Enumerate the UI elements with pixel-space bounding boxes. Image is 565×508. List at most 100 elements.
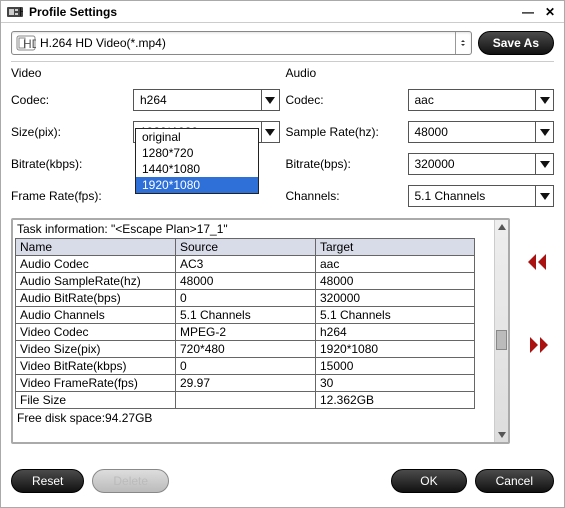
chevron-down-icon [535, 122, 553, 142]
task-info-label: Task information: "<Escape Plan>17_1" [15, 222, 492, 236]
table-row: Audio SampleRate(hz)4800048000 [16, 273, 475, 290]
size-option[interactable]: 1440*1080 [136, 161, 258, 177]
task-table: Name Source Target Audio CodecAC3aac Aud… [15, 238, 475, 409]
prev-arrow-icon[interactable] [526, 252, 550, 275]
audio-heading: Audio [286, 64, 555, 84]
task-info-inner: Task information: "<Escape Plan>17_1" Na… [13, 220, 494, 442]
table-row: Video Size(pix)720*4801920*1080 [16, 341, 475, 358]
video-codec-label: Codec: [11, 93, 133, 107]
profile-row: HD H.264 HD Video(*.mp4) Save As [1, 23, 564, 59]
audio-codec-label: Codec: [286, 93, 408, 107]
reset-button[interactable]: Reset [11, 469, 84, 493]
ok-button[interactable]: OK [391, 469, 466, 493]
chevron-down-icon [535, 186, 553, 206]
audio-bitrate-value: 320000 [409, 157, 536, 171]
audio-bitrate-field: Bitrate(bps): 320000 [286, 148, 555, 180]
audio-codec-value: aac [409, 93, 536, 107]
minimize-button[interactable]: — [520, 4, 536, 20]
table-row: Video FrameRate(fps)29.9730 [16, 375, 475, 392]
video-fps-label: Frame Rate(fps): [11, 189, 133, 203]
button-bar: Reset Delete OK Cancel [1, 447, 564, 507]
audio-codec-select[interactable]: aac [408, 89, 555, 111]
cell: Audio Codec [16, 256, 176, 273]
col-name: Name [16, 239, 176, 256]
table-header-row: Name Source Target [16, 239, 475, 256]
scrollbar[interactable] [494, 220, 508, 442]
audio-ch-select[interactable]: 5.1 Channels [408, 185, 555, 207]
chevron-down-icon [261, 90, 279, 110]
chevron-down-icon [261, 122, 279, 142]
svg-text:HD: HD [19, 5, 23, 19]
audio-ch-label: Channels: [286, 189, 408, 203]
cell: 29.97 [176, 375, 316, 392]
audio-sr-label: Sample Rate(hz): [286, 125, 408, 139]
cell: 5.1 Channels [316, 307, 475, 324]
cell: Video Size(pix) [16, 341, 176, 358]
col-source: Source [176, 239, 316, 256]
navigation-arrows [524, 252, 552, 358]
titlebar: HD Profile Settings — ✕ [1, 1, 564, 23]
cell: MPEG-2 [176, 324, 316, 341]
table-row: File Size 12.362GB [16, 392, 475, 409]
video-size-label: Size(pix): [11, 125, 133, 139]
free-disk-label: Free disk space:94.27GB [15, 411, 492, 425]
cell: 0 [176, 290, 316, 307]
chevron-down-icon [535, 90, 553, 110]
save-as-button[interactable]: Save As [478, 31, 554, 55]
cell: Audio SampleRate(hz) [16, 273, 176, 290]
cell: 12.362GB [316, 392, 475, 409]
next-arrow-icon[interactable] [526, 335, 550, 358]
cell: 320000 [316, 290, 475, 307]
cell: aac [316, 256, 475, 273]
size-dropdown[interactable]: original 1280*720 1440*1080 1920*1080 [135, 128, 259, 194]
video-codec-select[interactable]: h264 [133, 89, 280, 111]
audio-bitrate-select[interactable]: 320000 [408, 153, 555, 175]
audio-ch-field: Channels: 5.1 Channels [286, 180, 555, 212]
cell: Audio Channels [16, 307, 176, 324]
cell: Audio BitRate(bps) [16, 290, 176, 307]
table-row: Audio BitRate(bps)0320000 [16, 290, 475, 307]
delete-button: Delete [92, 469, 169, 493]
size-option-selected[interactable]: 1920*1080 [136, 177, 258, 193]
cell: 5.1 Channels [176, 307, 316, 324]
profile-select[interactable]: HD H.264 HD Video(*.mp4) [11, 31, 472, 55]
video-codec-field: Codec: h264 [11, 84, 280, 116]
audio-ch-value: 5.1 Channels [409, 189, 536, 203]
settings-grid: Video Codec: h264 Size(pix): 1920*1080 B… [1, 62, 564, 212]
table-row: Audio CodecAC3aac [16, 256, 475, 273]
cell: Video FrameRate(fps) [16, 375, 176, 392]
cell: File Size [16, 392, 176, 409]
hd-icon: HD [16, 35, 36, 51]
cell: 30 [316, 375, 475, 392]
table-row: Video BitRate(kbps)015000 [16, 358, 475, 375]
audio-sr-field: Sample Rate(hz): 48000 [286, 116, 555, 148]
task-info-panel: Task information: "<Escape Plan>17_1" Na… [11, 218, 510, 444]
chevron-updown-icon [455, 32, 471, 54]
dialog-title: Profile Settings [29, 5, 514, 19]
size-option[interactable]: 1280*720 [136, 145, 258, 161]
dialog: HD Profile Settings — ✕ HD H.264 HD Vide… [0, 0, 565, 508]
cell: AC3 [176, 256, 316, 273]
cell: 48000 [176, 273, 316, 290]
cancel-button[interactable]: Cancel [475, 469, 554, 493]
cell: Video Codec [16, 324, 176, 341]
video-codec-value: h264 [134, 93, 261, 107]
video-bitrate-label: Bitrate(kbps): [11, 157, 133, 171]
video-heading: Video [11, 64, 280, 84]
cell: 48000 [316, 273, 475, 290]
audio-bitrate-label: Bitrate(bps): [286, 157, 408, 171]
scroll-up-icon[interactable] [495, 220, 508, 234]
scroll-thumb[interactable] [496, 330, 507, 350]
cell: 1920*1080 [316, 341, 475, 358]
scroll-down-icon[interactable] [495, 428, 508, 442]
size-option[interactable]: original [136, 129, 258, 145]
close-button[interactable]: ✕ [542, 4, 558, 20]
cell: 15000 [316, 358, 475, 375]
table-row: Audio Channels5.1 Channels5.1 Channels [16, 307, 475, 324]
audio-sr-select[interactable]: 48000 [408, 121, 555, 143]
profile-select-label: H.264 HD Video(*.mp4) [40, 36, 455, 50]
cell: h264 [316, 324, 475, 341]
app-icon: HD [7, 5, 23, 19]
cell: Video BitRate(kbps) [16, 358, 176, 375]
cell [176, 392, 316, 409]
